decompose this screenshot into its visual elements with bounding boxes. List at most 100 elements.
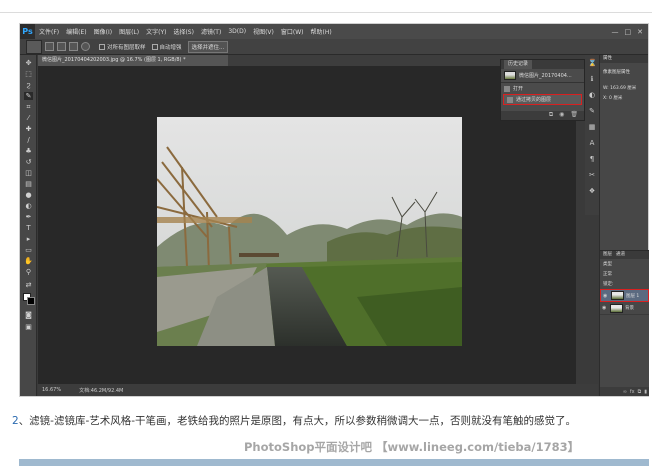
color-panel-icon[interactable]: ◐: [588, 91, 596, 99]
hand-tool-icon[interactable]: ✋: [24, 257, 33, 265]
close-button[interactable]: ✕: [637, 28, 643, 36]
screen-mode-icon[interactable]: ▣: [24, 323, 33, 331]
paragraph-panel-icon[interactable]: ¶: [588, 155, 596, 163]
styles-panel-icon[interactable]: ❖: [588, 187, 596, 195]
caption-text: 、滤镜-滤镜库-艺术风格-干笔画，老铁给我的照片是原图，有点大，所以参数稍微调大…: [18, 415, 577, 427]
stamp-tool-icon[interactable]: ♣: [24, 147, 33, 155]
sample-all-layers-checkbox[interactable]: [99, 43, 105, 50]
quick-select-tool-icon[interactable]: ✎: [24, 92, 33, 100]
layers-panel: 图层 通道 类型 正常 锁定: ◉ 图层 1 ◉ 背景 ∞ fx ⧉ ▮: [600, 250, 649, 396]
eye-icon[interactable]: ◉: [602, 305, 608, 311]
watermark: PhotoShop平面设计吧 【www.lineeg.com/tieba/178…: [244, 440, 580, 454]
menu-file[interactable]: 文件(F): [39, 27, 59, 36]
history-step-open[interactable]: 打开: [501, 83, 584, 94]
menu-window[interactable]: 窗口(W): [281, 27, 304, 36]
pen-tool-icon[interactable]: ✒: [24, 213, 33, 221]
menu-filter[interactable]: 滤镜(T): [201, 27, 221, 36]
gradient-tool-icon[interactable]: ▤: [24, 180, 33, 188]
history-step-icon: [504, 85, 510, 92]
history-step-label: 打开: [513, 86, 524, 92]
maximize-button[interactable]: □: [625, 28, 632, 36]
history-brush-tool-icon[interactable]: ↺: [24, 158, 33, 166]
quick-select-tool-preset[interactable]: [26, 39, 42, 54]
landscape-photo: [157, 117, 462, 346]
layer-filter-kind[interactable]: 类型: [600, 259, 649, 269]
snapshot-label: 微信图片_20170404...: [519, 73, 572, 79]
menu-type[interactable]: 文字(Y): [146, 27, 166, 36]
sample-all-layers-label: 对所有图层取样: [107, 44, 146, 51]
healing-brush-tool-icon[interactable]: ✚: [24, 125, 33, 133]
character-panel-icon[interactable]: A: [588, 139, 596, 147]
minimize-button[interactable]: —: [612, 28, 619, 36]
blend-mode-select[interactable]: 正常: [600, 269, 649, 279]
menu-view[interactable]: 视图(V): [253, 27, 274, 36]
layer-row[interactable]: ◉ 背景: [600, 302, 649, 315]
new-selection-button[interactable]: [45, 42, 54, 51]
tab-history[interactable]: 历史记录: [504, 60, 533, 69]
eye-icon[interactable]: ◉: [603, 293, 609, 299]
trash-icon[interactable]: 🗑: [570, 111, 578, 120]
menu-edit[interactable]: 编辑(E): [66, 27, 86, 36]
tab-properties[interactable]: 属性: [600, 55, 648, 63]
panel-dock: ⌛ ℹ ◐ ✎ ▦ A ¶ ✂ ❖: [585, 55, 599, 215]
type-tool-icon[interactable]: T: [24, 224, 33, 232]
document-photo: [157, 117, 462, 346]
brush-tool-icon[interactable]: /: [24, 136, 33, 144]
subtract-selection-button[interactable]: [69, 42, 78, 51]
properties-width[interactable]: W: 163.69 厘米: [600, 83, 648, 93]
zoom-level[interactable]: 16.67%: [42, 387, 61, 393]
eraser-tool-icon[interactable]: ◫: [24, 169, 33, 177]
add-style-icon[interactable]: fx: [630, 389, 635, 395]
brush-size-button[interactable]: [81, 42, 90, 51]
blur-tool-icon[interactable]: ●: [24, 191, 33, 199]
tab-channels[interactable]: 通道: [616, 251, 625, 259]
tools-panel-icon[interactable]: ✂: [588, 171, 596, 179]
auto-enhance-checkbox[interactable]: [151, 43, 158, 50]
marquee-tool-icon[interactable]: ⬚: [24, 70, 33, 78]
history-panel-icon[interactable]: ⌛: [588, 59, 597, 67]
layer-row[interactable]: ◉ 图层 1: [600, 289, 649, 302]
history-step-copy-layer[interactable]: 通过拷贝的图层: [503, 94, 582, 105]
snapshot-camera-icon[interactable]: ◉: [559, 111, 564, 120]
snapshot-thumbnail: [504, 71, 516, 80]
add-selection-button[interactable]: [57, 42, 66, 51]
document-tab[interactable]: 微信图片_20170404202003.jpg @ 16.7% (图层 1, R…: [38, 55, 228, 66]
new-layer-icon[interactable]: ⧉: [638, 389, 642, 395]
new-document-icon[interactable]: ⧉: [549, 111, 553, 120]
auto-enhance-label: 自动增强: [159, 44, 182, 51]
menu-bar: Ps 文件(F) 编辑(E) 图像(I) 图层(L) 文字(Y) 选择(S) 滤…: [20, 24, 648, 39]
menu-image[interactable]: 图像(I): [94, 27, 112, 36]
path-select-tool-icon[interactable]: ▸: [24, 235, 33, 243]
background-color-swatch[interactable]: [27, 297, 35, 305]
eyedropper-tool-icon[interactable]: ⁄: [24, 114, 33, 122]
select-and-mask-button[interactable]: 选择并遮住...: [187, 40, 229, 53]
link-layers-icon[interactable]: ∞: [623, 389, 627, 395]
history-snapshot[interactable]: 微信图片_20170404...: [501, 69, 584, 83]
history-step-label: 通过拷贝的图层: [516, 97, 552, 103]
trash-icon[interactable]: ▮: [644, 389, 647, 395]
move-tool-icon[interactable]: ✥: [24, 59, 33, 67]
info-panel-icon[interactable]: ℹ: [588, 75, 596, 83]
menu-layer[interactable]: 图层(L): [119, 27, 139, 36]
layer-thumbnail: [610, 303, 623, 313]
menu-3d[interactable]: 3D(D): [228, 28, 246, 35]
brush-panel-icon[interactable]: ✎: [588, 107, 596, 115]
lasso-tool-icon[interactable]: ϩ: [24, 81, 33, 89]
menu-help[interactable]: 帮助(H): [311, 27, 332, 36]
properties-x[interactable]: X: 0 厘米: [600, 93, 648, 103]
dodge-tool-icon[interactable]: ◐: [24, 202, 33, 210]
article-caption: 2、滤镜-滤镜库-艺术风格-干笔画，老铁给我的照片是原图，有点大，所以参数稍微调…: [12, 412, 642, 430]
zoom-tool-icon[interactable]: ⚲: [24, 268, 33, 276]
properties-title: 像素图层属性: [603, 70, 630, 75]
lock-label: 锁定:: [603, 282, 614, 287]
default-colors-icon[interactable]: ⇄: [24, 281, 33, 289]
menu-select[interactable]: 选择(S): [173, 27, 194, 36]
shape-tool-icon[interactable]: ▭: [24, 246, 33, 254]
next-image-edge: [19, 459, 649, 466]
crop-tool-icon[interactable]: ⌗: [24, 103, 33, 111]
window-controls: — □ ✕: [612, 28, 649, 36]
quick-mask-icon[interactable]: ◙: [24, 311, 33, 319]
canvas-area[interactable]: [38, 66, 576, 384]
adjustments-panel-icon[interactable]: ▦: [588, 123, 596, 131]
tab-layers[interactable]: 图层: [603, 251, 612, 259]
